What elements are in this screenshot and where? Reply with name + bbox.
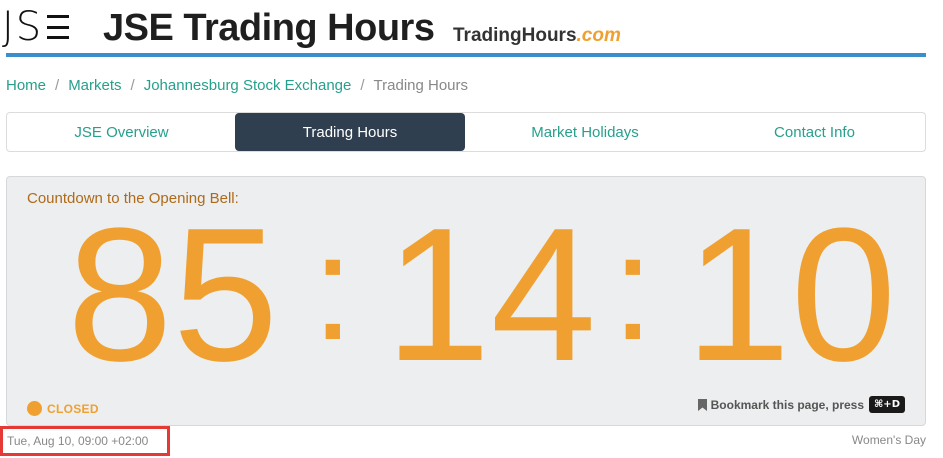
header-divider xyxy=(6,53,926,57)
tab-jse-overview[interactable]: JSE Overview xyxy=(8,113,235,151)
market-status: CLOSED xyxy=(27,401,99,416)
breadcrumb-home[interactable]: Home xyxy=(6,76,46,96)
breadcrumb-exchange[interactable]: Johannesburg Stock Exchange xyxy=(144,76,352,96)
logo-bars-icon xyxy=(47,15,70,39)
breadcrumb-markets[interactable]: Markets xyxy=(68,76,121,96)
countdown-separator: : xyxy=(312,203,354,371)
countdown-timer: 85 : 14 : 10 xyxy=(7,189,927,401)
market-tabs: JSE Overview Trading Hours Market Holida… xyxy=(6,112,926,152)
holiday-name: Women's Day xyxy=(851,433,926,447)
breadcrumb-separator: / xyxy=(360,77,365,94)
jse-logo[interactable]: JS xyxy=(2,4,70,50)
logo-text: JS xyxy=(2,4,44,50)
breadcrumb-separator: / xyxy=(130,77,135,94)
tab-contact-info[interactable]: Contact Info xyxy=(705,113,924,151)
tradinghours-brand-link[interactable]: TradingHours.com xyxy=(453,24,621,48)
bookmark-icon xyxy=(697,398,707,411)
status-dot-icon xyxy=(27,401,42,416)
page-title: JSE Trading Hours xyxy=(103,7,435,49)
countdown-separator: : xyxy=(612,203,654,371)
tab-trading-hours[interactable]: Trading Hours xyxy=(235,113,465,151)
brand-suffix: .com xyxy=(576,25,621,46)
countdown-seconds: 10 xyxy=(685,189,897,401)
breadcrumb: Home / Markets / Johannesburg Stock Exch… xyxy=(6,76,468,96)
brand-main: TradingHours xyxy=(453,25,577,46)
next-open-time: Tue, Aug 10, 09:00 +02:00 xyxy=(0,426,170,456)
status-label: CLOSED xyxy=(47,401,99,416)
bookmark-hint: Bookmark this page, press ⌘+D xyxy=(697,396,905,413)
countdown-panel: Countdown to the Opening Bell: 85 : 14 :… xyxy=(6,176,926,426)
breadcrumb-separator: / xyxy=(55,77,60,94)
countdown-hours: 85 xyxy=(67,189,279,401)
bookmark-shortcut: ⌘+D xyxy=(869,396,905,413)
breadcrumb-current: Trading Hours xyxy=(373,77,469,94)
site-header: JS JSE Trading Hours TradingHours.com xyxy=(0,0,943,58)
tab-market-holidays[interactable]: Market Holidays xyxy=(465,113,705,151)
countdown-minutes: 14 xyxy=(385,189,597,401)
bookmark-text: Bookmark this page, press xyxy=(710,397,865,412)
